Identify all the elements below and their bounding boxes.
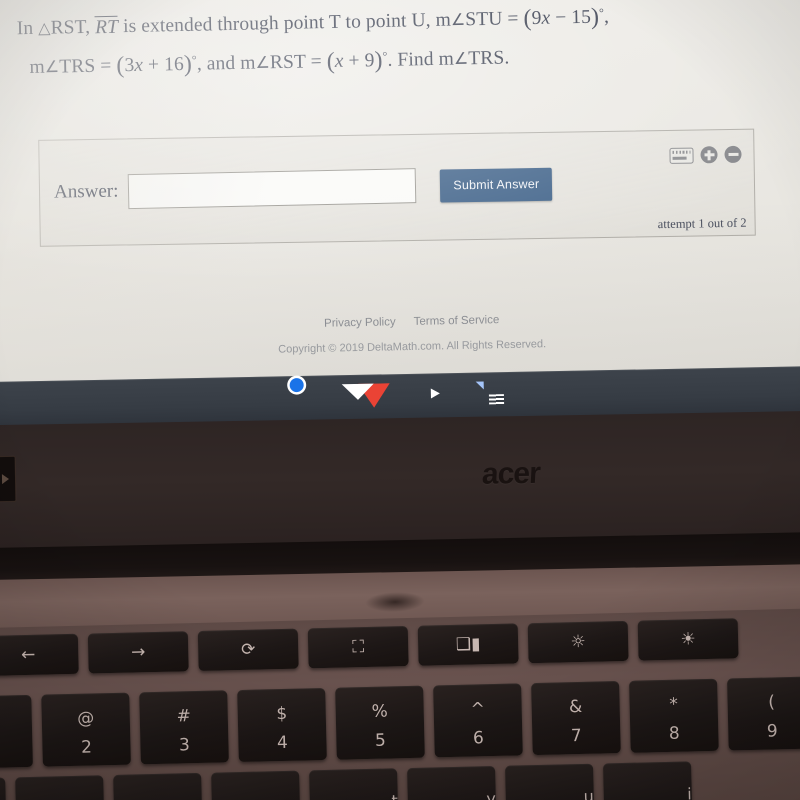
- key-2[interactable]: @2: [41, 692, 131, 767]
- angle-symbol-3: ∠: [255, 52, 271, 72]
- problem-statement: In △RST, RT is extended through point T …: [16, 0, 757, 88]
- measure-m-4: m: [438, 48, 455, 70]
- key-8[interactable]: * 8: [629, 678, 719, 753]
- key-5[interactable]: % 5: [335, 685, 425, 760]
- text-find: . Find: [387, 48, 434, 71]
- text-in: In: [16, 17, 34, 40]
- key-back[interactable]: ←: [0, 633, 79, 677]
- photo-of-chromebook: In △RST, RT is extended through point T …: [0, 0, 800, 800]
- text-rst: RST,: [50, 16, 91, 39]
- side-port: [0, 455, 17, 503]
- key-t[interactable]: t: [309, 768, 399, 800]
- key-9[interactable]: (9: [727, 676, 800, 751]
- coef-3: 3: [124, 54, 135, 77]
- key-i[interactable]: i: [603, 761, 693, 800]
- laptop-screen: In △RST, RT is extended through point T …: [0, 0, 800, 397]
- page-footer: Privacy Policy Terms of Service Copyright…: [0, 308, 800, 362]
- key-u[interactable]: u: [505, 763, 595, 800]
- answer-input[interactable]: [128, 168, 417, 210]
- function-key-row: ← → ⟳ ⛶ ❑▮ ☼ ☀: [0, 618, 739, 677]
- text-trs-target: TRS.: [468, 47, 510, 70]
- text-extended: is extended through point T to point U,: [122, 9, 431, 38]
- key-6[interactable]: ^ 6: [433, 683, 523, 758]
- acer-brand-logo: acer: [481, 456, 541, 491]
- letter-key-row: t y u i: [0, 761, 693, 800]
- key-blank-2[interactable]: [15, 775, 105, 800]
- angle-symbol-2: ∠: [44, 56, 60, 77]
- text-trs-1: TRS =: [59, 55, 112, 78]
- plus-circle-icon[interactable]: [700, 146, 718, 164]
- shelf-item-gmail[interactable]: [357, 383, 392, 418]
- answer-card: Answer: Submit Answer attempt 1 out of 2: [38, 128, 756, 247]
- key-7[interactable]: & 7: [531, 681, 621, 756]
- terms-of-service-link[interactable]: Terms of Service: [414, 314, 500, 328]
- key-overview[interactable]: ❑▮: [417, 623, 519, 666]
- key-1[interactable]: !1: [0, 694, 33, 769]
- angle-symbol-4: ∠: [453, 48, 469, 68]
- var-x-1: x: [541, 7, 551, 29]
- key-forward[interactable]: →: [87, 631, 189, 674]
- attempt-counter: attempt 1 out of 2: [657, 215, 747, 232]
- shelf-item-youtube[interactable]: [418, 382, 453, 426]
- plus-9: + 9: [348, 50, 375, 72]
- screen-bottom-bezel: [0, 410, 800, 556]
- answer-row: Answer: Submit Answer: [54, 167, 553, 210]
- key-fullscreen[interactable]: ⛶: [307, 626, 409, 669]
- minus-circle-icon[interactable]: [724, 145, 742, 164]
- angle-symbol-1: ∠: [450, 9, 466, 30]
- key-blank-1[interactable]: [0, 777, 7, 800]
- key-blank-4[interactable]: [211, 770, 301, 800]
- plus-16: + 16: [147, 53, 185, 76]
- shelf-item-chrome[interactable]: [296, 384, 331, 428]
- var-x-3: x: [334, 50, 344, 72]
- footer-links: Privacy Policy Terms of Service: [0, 308, 800, 337]
- key-3[interactable]: #3: [139, 690, 229, 765]
- key-brightness-down[interactable]: ☼: [527, 620, 629, 664]
- measure-m-2: m: [29, 56, 46, 78]
- measure-m-3: m: [239, 52, 256, 74]
- key-y[interactable]: y: [407, 766, 497, 800]
- minus-15: − 15: [554, 6, 592, 29]
- var-x-2: x: [134, 54, 144, 76]
- answer-label: Answer:: [53, 180, 119, 203]
- comma-1: ,: [603, 6, 610, 28]
- physical-keyboard: ← → ⟳ ⛶ ❑▮ ☼ ☀ !1 @2 #3 $4 %5 ^6 &7 *8 (…: [0, 607, 800, 800]
- segment-rt-overline: RT: [94, 15, 119, 39]
- text-stu: STU =: [465, 8, 519, 31]
- keyboard-icon[interactable]: [669, 147, 694, 164]
- answer-toolbar: [669, 145, 742, 164]
- number-key-row: !1 @2 #3 $4 %5 ^6 &7 *8 (9: [0, 676, 800, 769]
- key-reload[interactable]: ⟳: [197, 628, 299, 671]
- key-brightness-up[interactable]: ☀: [637, 618, 739, 661]
- copyright-text: Copyright © 2019 DeltaMath.com. All Righ…: [278, 338, 547, 356]
- text-and: , and: [196, 52, 236, 75]
- key-4[interactable]: $4: [237, 687, 327, 763]
- measure-m-1: m: [435, 9, 452, 31]
- coef-9: 9: [531, 7, 542, 29]
- privacy-policy-link[interactable]: Privacy Policy: [324, 316, 396, 329]
- submit-answer-button[interactable]: Submit Answer: [440, 167, 553, 203]
- triangle-symbol: △: [37, 18, 51, 38]
- text-rst-2: RST =: [269, 51, 322, 74]
- key-blank-3[interactable]: [113, 772, 203, 800]
- shelf-item-docs[interactable]: [479, 381, 514, 416]
